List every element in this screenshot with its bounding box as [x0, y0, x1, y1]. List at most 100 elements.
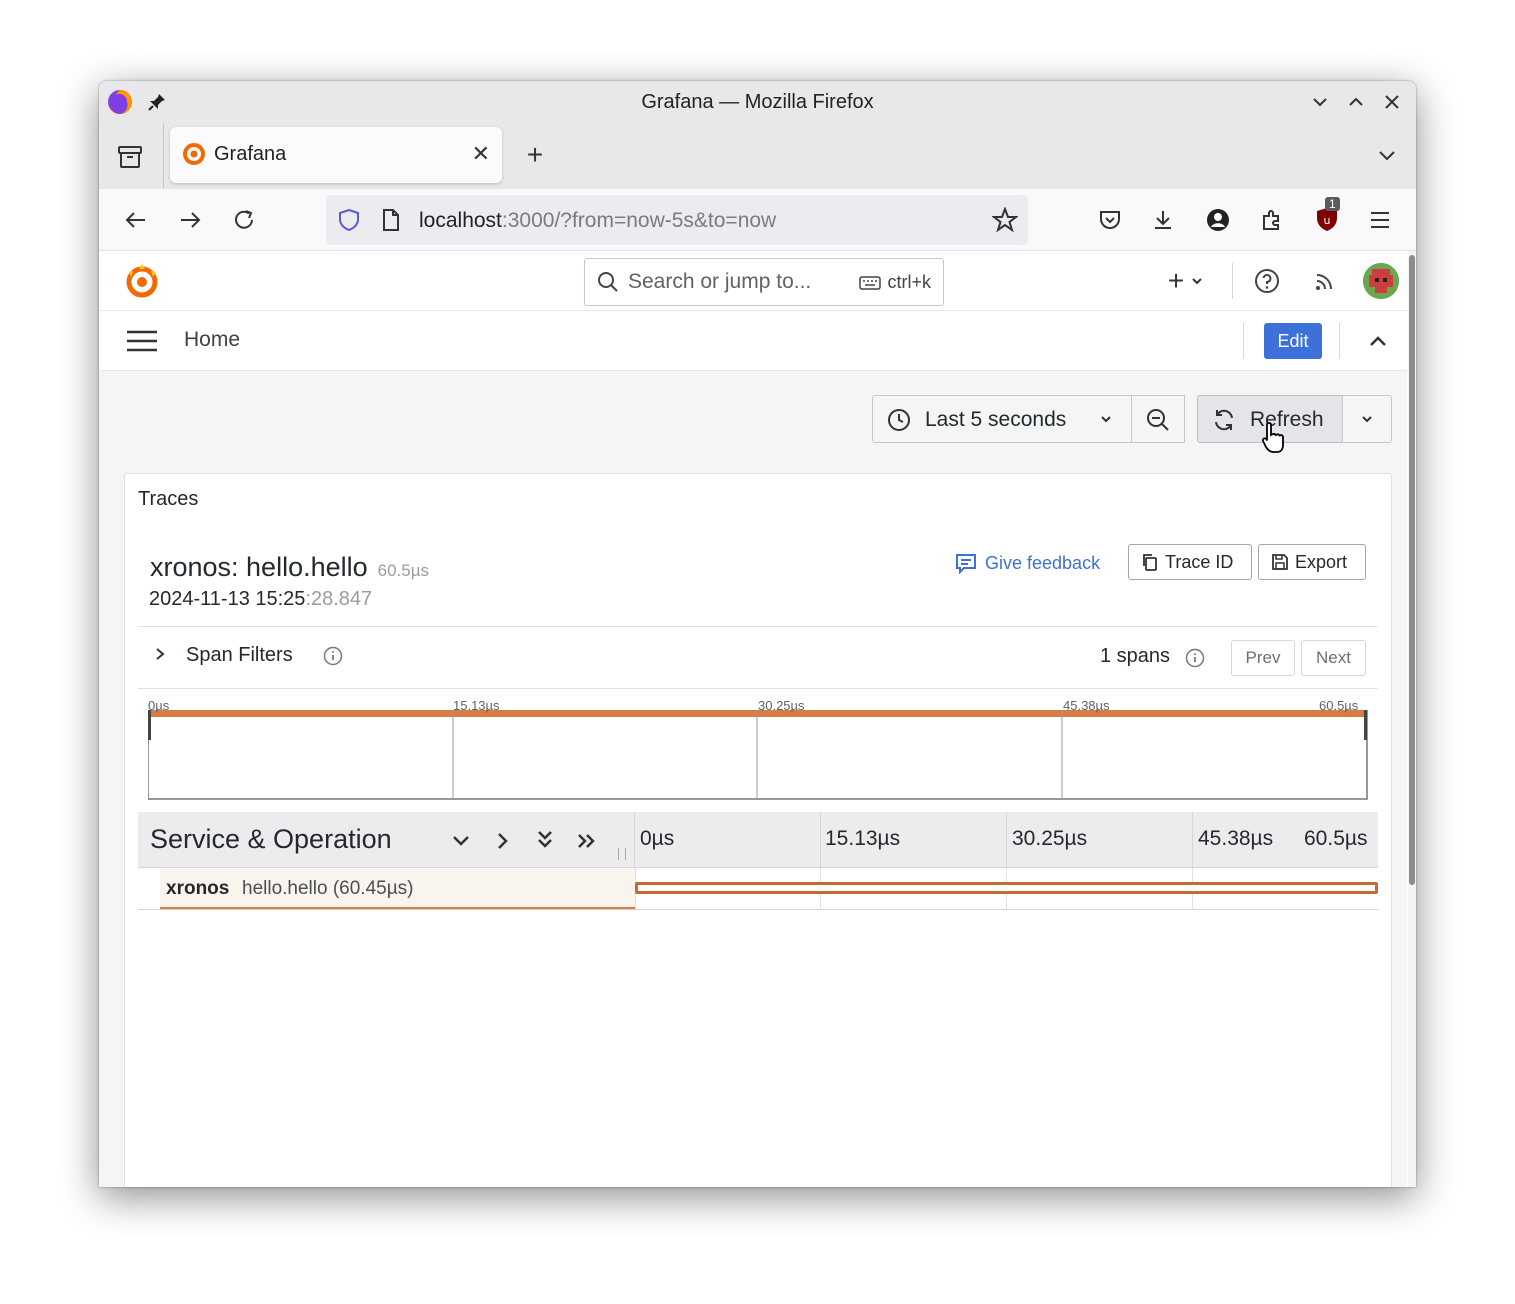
- time-range-chevron-icon: [1099, 412, 1113, 431]
- minimap-tick: 0µs: [148, 698, 170, 713]
- forward-icon[interactable]: [175, 205, 205, 235]
- timeline-tick: 60.5µs: [1304, 827, 1368, 850]
- collapse-all-icon[interactable]: [534, 828, 556, 857]
- service-operation-header: Service & Operation: [150, 824, 392, 854]
- span-duration-bar[interactable]: [635, 882, 1378, 894]
- search-shortcut: ctrl+k: [859, 272, 931, 293]
- time-range-label: Last 5 seconds: [925, 408, 1067, 431]
- expand-one-icon[interactable]: [492, 830, 514, 857]
- timeline-divider: [634, 812, 635, 868]
- list-tabs-icon[interactable]: [1372, 140, 1402, 170]
- page-scrollbar[interactable]: [1408, 251, 1416, 1187]
- feedback-icon: [956, 554, 976, 574]
- span-filters-chevron-icon[interactable]: [153, 646, 167, 667]
- grafana-logo-icon[interactable]: [123, 262, 161, 305]
- minimap-left-handle[interactable]: [148, 710, 151, 740]
- dashboard-body: Last 5 seconds Refresh Traces xronos: he…: [99, 371, 1407, 1187]
- export-label: Export: [1295, 551, 1348, 572]
- maximize-icon[interactable]: [1343, 89, 1369, 115]
- timeline-tick: 15.13µs: [825, 827, 901, 850]
- zoom-out-icon: [1146, 408, 1170, 437]
- close-window-icon[interactable]: [1379, 89, 1405, 115]
- next-button[interactable]: Next: [1301, 640, 1366, 676]
- span-row[interactable]: xronos hello.hello (60.45µs): [138, 868, 1378, 910]
- spans-count: 1 spans: [1100, 645, 1171, 667]
- header-divider: [1232, 263, 1233, 299]
- feedback-label: Give feedback: [985, 552, 1101, 573]
- help-icon[interactable]: [1251, 265, 1283, 297]
- span-filters-toggle[interactable]: Span Filters: [186, 644, 293, 667]
- trace-id-label: Trace ID: [1165, 551, 1234, 572]
- timeline-header: Service & Operation 0µs 15.13µs 30.25µs …: [138, 812, 1378, 868]
- timeline-tick: 30.25µs: [1012, 827, 1088, 850]
- trace-start-time: 2024-11-13 15:25:28.847: [149, 588, 372, 611]
- ublock-origin-icon[interactable]: u 1: [1311, 197, 1343, 235]
- navigation-bar: localhost:3000/?from=now-5s&to=now u 1: [99, 189, 1416, 251]
- breadcrumb-home[interactable]: Home: [184, 328, 240, 352]
- search-icon: [597, 271, 619, 298]
- account-icon[interactable]: [1203, 205, 1233, 235]
- minimap-right-handle[interactable]: [1364, 710, 1367, 740]
- pocket-icon[interactable]: [1095, 205, 1125, 235]
- plus-icon: +: [1167, 265, 1185, 296]
- mouse-pointer-icon: [1261, 421, 1287, 460]
- tab-bar: Grafana ✕ +: [99, 123, 1416, 189]
- tab-grafana[interactable]: Grafana ✕: [170, 127, 502, 183]
- back-icon[interactable]: [121, 205, 151, 235]
- bookmark-star-icon[interactable]: [991, 206, 1019, 238]
- minimize-icon[interactable]: [1307, 89, 1333, 115]
- extensions-icon[interactable]: [1257, 205, 1287, 235]
- trace-minimap[interactable]: 0µs 15.13µs 30.25µs 45.38µs 60.5µs: [148, 698, 1368, 800]
- search-placeholder: Search or jump to...: [628, 270, 812, 293]
- collapse-chevron-icon[interactable]: [1363, 327, 1393, 355]
- minimap-tick: 45.38µs: [1063, 698, 1110, 713]
- give-feedback-link[interactable]: Give feedback: [955, 552, 1100, 574]
- chevron-down-icon: [1192, 278, 1202, 285]
- title-bar: Grafana — Mozilla Firefox: [99, 81, 1416, 123]
- breadcrumb-bar: Home Edit: [99, 311, 1407, 371]
- span-service: xronos: [166, 878, 230, 899]
- downloads-icon[interactable]: [1148, 205, 1178, 235]
- search-bar[interactable]: Search or jump to... ctrl+k: [584, 258, 944, 306]
- url-bar[interactable]: localhost:3000/?from=now-5s&to=now: [326, 195, 1028, 245]
- spans-info-icon[interactable]: [1185, 648, 1205, 673]
- save-icon: [1272, 554, 1288, 570]
- scrollbar-thumb[interactable]: [1409, 255, 1415, 885]
- span-filters-info-icon[interactable]: [323, 646, 343, 671]
- trace-id-button[interactable]: Trace ID: [1128, 544, 1252, 580]
- tracking-shield-icon[interactable]: [338, 208, 360, 237]
- keyboard-icon: [859, 275, 882, 290]
- extension-badge: 1: [1325, 197, 1340, 211]
- header-separator: [138, 626, 1378, 627]
- news-feed-icon[interactable]: [1309, 265, 1341, 297]
- trace-date-ms: :28.847: [305, 588, 373, 610]
- menu-toggle-icon[interactable]: [125, 327, 159, 355]
- refresh-icon: [1212, 408, 1236, 437]
- export-button[interactable]: Export: [1258, 544, 1366, 580]
- span-operation: hello.hello (60.45µs): [242, 878, 414, 899]
- span-name-cell[interactable]: xronos hello.hello (60.45µs): [160, 868, 635, 909]
- grafana-top-bar: Search or jump to... ctrl+k +: [99, 251, 1407, 311]
- expand-all-icon[interactable]: [575, 830, 599, 857]
- refresh-interval-dropdown[interactable]: [1342, 395, 1392, 443]
- clock-icon: [887, 408, 911, 437]
- column-resize-handle[interactable]: [618, 848, 626, 860]
- edit-button[interactable]: Edit: [1264, 323, 1322, 359]
- tab-overview-icon[interactable]: [114, 141, 146, 173]
- new-tab-icon[interactable]: +: [520, 139, 550, 170]
- minimap-tick: 15.13µs: [453, 698, 500, 713]
- shortcut-label: ctrl+k: [887, 272, 931, 292]
- tab-close-icon[interactable]: ✕: [472, 141, 490, 167]
- zoom-out-button[interactable]: [1131, 395, 1185, 443]
- reload-icon[interactable]: [229, 205, 259, 235]
- page-info-icon[interactable]: [381, 208, 401, 237]
- copy-icon: [1143, 554, 1157, 571]
- new-menu-button[interactable]: +: [1161, 265, 1211, 297]
- prev-button[interactable]: Prev: [1231, 640, 1295, 676]
- user-avatar[interactable]: [1363, 263, 1399, 299]
- collapse-one-icon[interactable]: [450, 830, 472, 857]
- svg-text:u: u: [1324, 214, 1331, 227]
- url-text[interactable]: localhost:3000/?from=now-5s&to=now: [419, 209, 776, 233]
- hamburger-menu-icon[interactable]: [1365, 205, 1395, 235]
- grafana-favicon-icon: [182, 142, 206, 171]
